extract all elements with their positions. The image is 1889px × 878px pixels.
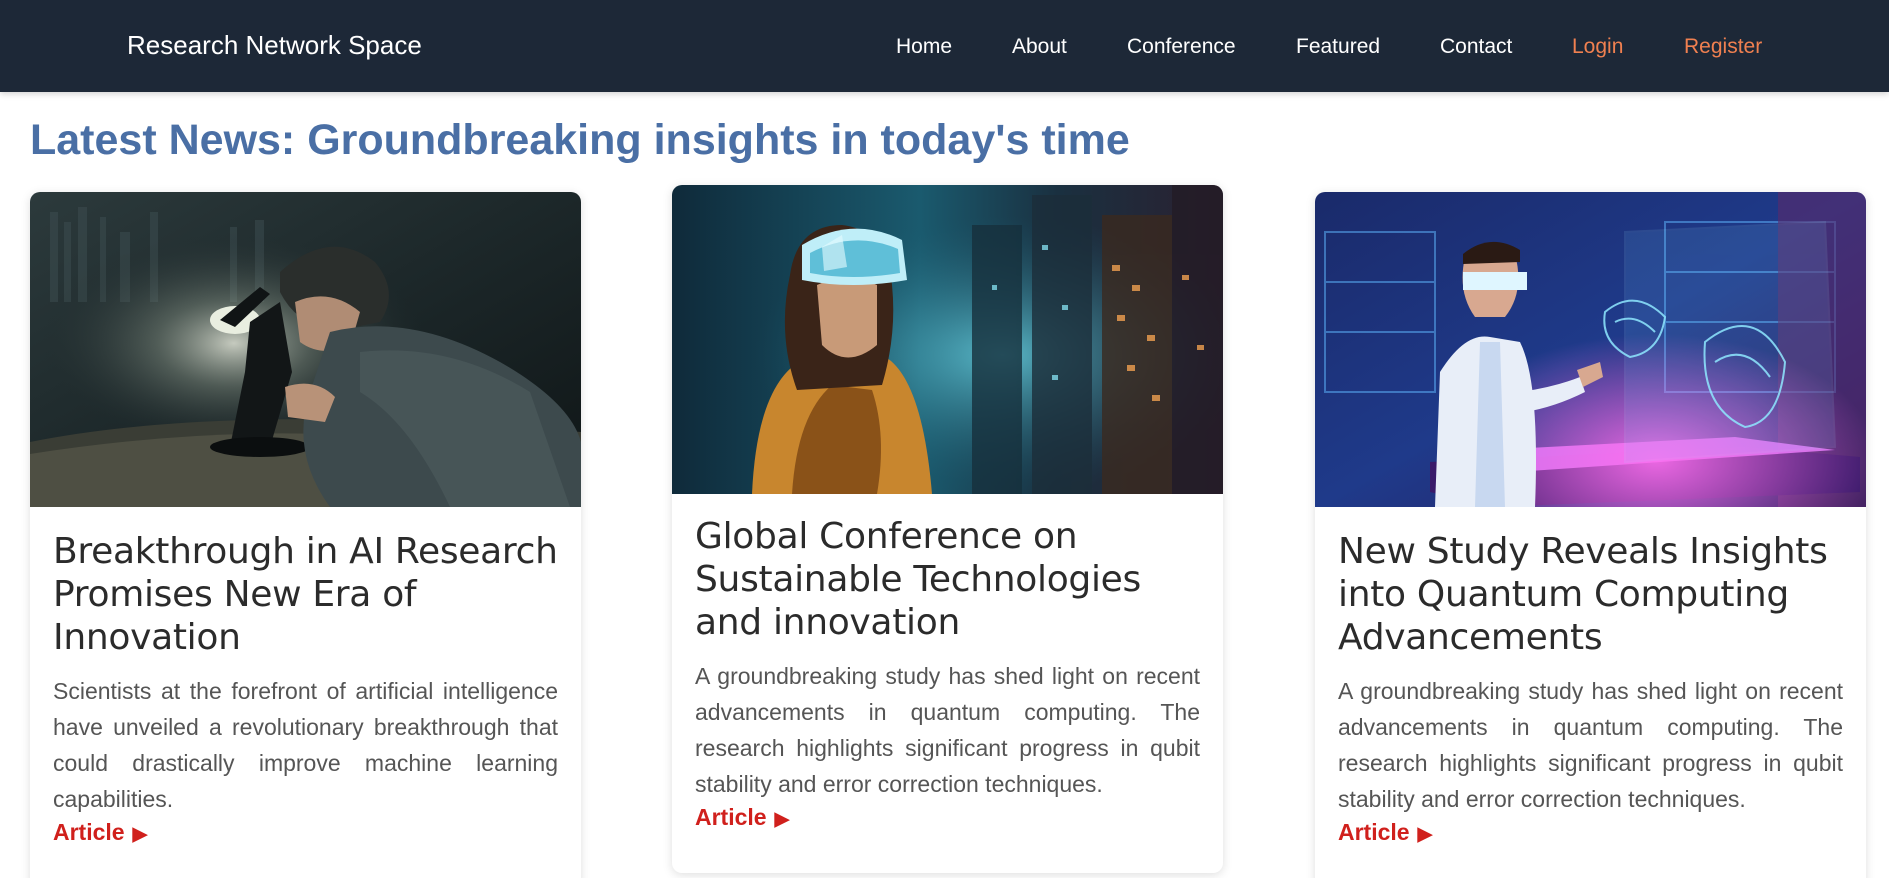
article-link-label: Article	[53, 819, 125, 845]
scientist-microscope-photo	[30, 192, 581, 507]
news-card: Breakthrough in AI Research Promises New…	[30, 192, 581, 878]
nav-register[interactable]: Register	[1684, 35, 1762, 59]
top-navbar: Research Network Space Home About Confer…	[0, 0, 1889, 92]
card-image-vr-headset[interactable]	[672, 185, 1223, 494]
nav-conference[interactable]: Conference	[1127, 35, 1236, 59]
card-title: Breakthrough in AI Research Promises New…	[53, 531, 558, 658]
card-title: New Study Reveals Insights into Quantum …	[1338, 531, 1828, 658]
card-image-scientist-microscope[interactable]	[30, 192, 581, 507]
article-link[interactable]: Article ▶	[1338, 819, 1432, 846]
nav-featured[interactable]: Featured	[1296, 35, 1380, 59]
play-arrow-icon: ▶	[1417, 824, 1433, 845]
main-nav: Home About Conference Featured Contact L…	[0, 35, 1889, 65]
article-link-label: Article	[1338, 819, 1410, 845]
play-arrow-icon: ▶	[132, 824, 148, 845]
news-card: New Study Reveals Insights into Quantum …	[1315, 192, 1866, 878]
article-link[interactable]: Article ▶	[53, 819, 147, 846]
card-image-hologram-lab[interactable]	[1315, 192, 1866, 507]
nav-home[interactable]: Home	[896, 35, 952, 59]
card-description: Scientists at the forefront of artificia…	[53, 678, 558, 812]
card-description: A groundbreaking study has shed light on…	[695, 663, 1200, 797]
news-card: Global Conference on Sustainable Technol…	[672, 185, 1223, 873]
article-link[interactable]: Article ▶	[695, 804, 789, 831]
nav-about[interactable]: About	[1012, 35, 1067, 59]
page-headline: Latest News: Groundbreaking insights in …	[30, 116, 1130, 164]
scientist-hologram-lab-photo	[1315, 192, 1866, 507]
nav-login[interactable]: Login	[1572, 35, 1623, 59]
card-description: A groundbreaking study has shed light on…	[1338, 678, 1843, 812]
article-link-label: Article	[695, 804, 767, 830]
nav-contact[interactable]: Contact	[1440, 35, 1512, 59]
woman-vr-headset-city-photo	[672, 185, 1223, 494]
card-title: Global Conference on Sustainable Technol…	[695, 516, 1141, 643]
play-arrow-icon: ▶	[774, 809, 790, 830]
